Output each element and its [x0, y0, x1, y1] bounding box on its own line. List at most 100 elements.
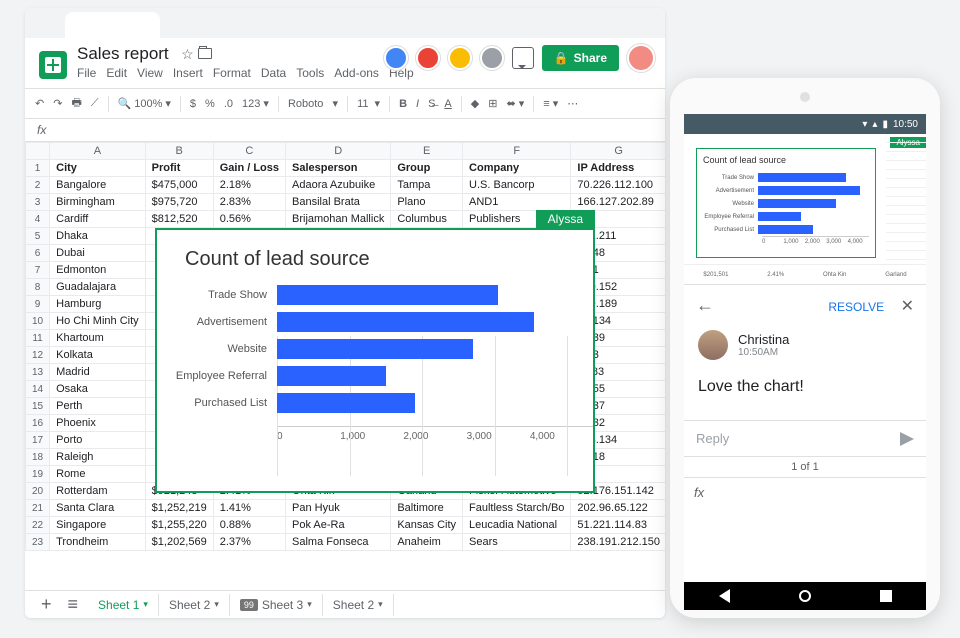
column-header[interactable]: Group — [391, 160, 463, 177]
folder-icon[interactable] — [198, 48, 212, 59]
cell[interactable]: Rome — [50, 466, 146, 483]
column-header[interactable]: Company — [463, 160, 571, 177]
cell[interactable]: Madrid — [50, 364, 146, 381]
cell[interactable]: 238.191.212.150 — [571, 534, 665, 551]
send-icon[interactable] — [900, 432, 914, 446]
bold-icon[interactable]: B — [399, 98, 407, 110]
collab-avatar[interactable] — [448, 46, 472, 70]
close-icon[interactable]: ✕ — [901, 298, 914, 315]
cell[interactable]: $812,520 — [145, 211, 213, 228]
strike-icon[interactable]: S̶ — [428, 98, 435, 110]
cell[interactable]: Khartoum — [50, 330, 146, 347]
currency-icon[interactable]: $ — [190, 98, 196, 110]
sheet-tab[interactable]: Sheet 1▾ — [88, 594, 159, 616]
cell[interactable]: Rotterdam — [50, 483, 146, 500]
borders-icon[interactable]: ⊞ — [488, 97, 497, 110]
cell[interactable]: U.S. Bancorp — [463, 177, 571, 194]
menu-file[interactable]: File — [77, 66, 96, 80]
star-icon[interactable]: ☆ — [181, 46, 194, 62]
sheets-logo[interactable] — [39, 51, 67, 79]
cell[interactable]: 0.88% — [213, 517, 285, 534]
cell[interactable]: 2.83% — [213, 194, 285, 211]
cell[interactable]: Dubai — [50, 245, 146, 262]
cell[interactable]: Pan Hyuk — [286, 500, 391, 517]
cell[interactable]: Porto — [50, 432, 146, 449]
cell[interactable]: 2.37% — [213, 534, 285, 551]
cell[interactable]: Salma Fonseca — [286, 534, 391, 551]
nav-recent-icon[interactable] — [880, 590, 892, 602]
menu-insert[interactable]: Insert — [173, 66, 203, 80]
cell[interactable]: Faultless Starch/Bo — [463, 500, 571, 517]
author-avatar[interactable] — [698, 330, 728, 360]
font-select[interactable]: Roboto ▾ — [288, 97, 338, 110]
cell[interactable]: Singapore — [50, 517, 146, 534]
cell[interactable]: Guadalajara — [50, 279, 146, 296]
doc-title[interactable]: Sales report — [77, 44, 169, 63]
textcolor-icon[interactable]: A — [444, 98, 451, 110]
cell[interactable]: Brijamohan Mallick — [286, 211, 391, 228]
undo-icon[interactable]: ↶ — [35, 97, 44, 110]
mini-spreadsheet[interactable]: Alyssa Count of lead source Trade ShowAd… — [684, 134, 926, 284]
more-icon[interactable]: ⋯ — [567, 97, 578, 110]
print-icon[interactable]: 🖶 — [71, 94, 81, 113]
menu-format[interactable]: Format — [213, 66, 251, 80]
reply-bar[interactable]: Reply — [684, 420, 926, 456]
cell[interactable]: Plano — [391, 194, 463, 211]
cell[interactable]: $1,202,569 — [145, 534, 213, 551]
cell[interactable]: Adaora Azubuike — [286, 177, 391, 194]
menu-add-ons[interactable]: Add-ons — [334, 66, 379, 80]
halign-icon[interactable]: ≡ ▾ — [543, 97, 558, 110]
add-sheet-button[interactable]: + — [35, 594, 58, 615]
chart-overlay[interactable]: Alyssa Count of lead source Trade ShowAd… — [155, 228, 595, 493]
cell[interactable]: 2.18% — [213, 177, 285, 194]
cell[interactable]: Trondheim — [50, 534, 146, 551]
menu-edit[interactable]: Edit — [106, 66, 127, 80]
cell[interactable]: Santa Clara — [50, 500, 146, 517]
column-header[interactable]: Gain / Loss — [213, 160, 285, 177]
cell[interactable]: 166.127.202.89 — [571, 194, 665, 211]
cell[interactable]: Tampa — [391, 177, 463, 194]
column-header[interactable]: IP Address — [571, 160, 665, 177]
cell[interactable]: 0.56% — [213, 211, 285, 228]
merge-icon[interactable]: ⬌ ▾ — [506, 97, 524, 110]
cell[interactable]: $975,720 — [145, 194, 213, 211]
cell[interactable]: 51.221.114.83 — [571, 517, 665, 534]
more-fmt-select[interactable]: 123 ▾ — [242, 97, 269, 110]
fill-icon[interactable]: ◆ — [471, 97, 479, 110]
cell[interactable]: Ho Chi Minh City — [50, 313, 146, 330]
dec-icon[interactable]: .0 — [224, 98, 233, 110]
cell[interactable]: Bansilal Brata — [286, 194, 391, 211]
share-button[interactable]: 🔒 Share — [542, 45, 619, 71]
collab-avatar[interactable] — [384, 46, 408, 70]
cell[interactable]: AND1 — [463, 194, 571, 211]
browser-tab[interactable] — [65, 12, 160, 38]
sheet-tab[interactable]: Sheet 2▾ — [323, 594, 394, 616]
cell[interactable]: 70.226.112.100 — [571, 177, 665, 194]
cell[interactable]: $475,000 — [145, 177, 213, 194]
font-size-select[interactable]: 11 ▾ — [357, 97, 380, 110]
cell[interactable]: Cardiff — [50, 211, 146, 228]
cell[interactable]: $1,255,220 — [145, 517, 213, 534]
cell[interactable]: 202.96.65.122 — [571, 500, 665, 517]
cell[interactable]: Kolkata — [50, 347, 146, 364]
cell[interactable]: Pok Ae-Ra — [286, 517, 391, 534]
cell[interactable]: Leucadia National — [463, 517, 571, 534]
cell[interactable]: Kansas City — [391, 517, 463, 534]
cell[interactable]: Edmonton — [50, 262, 146, 279]
cell[interactable]: 1.41% — [213, 500, 285, 517]
column-header[interactable]: City — [50, 160, 146, 177]
sheet-tab[interactable]: Sheet 2▾ — [159, 594, 230, 616]
resolve-button[interactable]: RESOLVE — [828, 300, 884, 314]
menu-data[interactable]: Data — [261, 66, 286, 80]
mini-formula-bar[interactable]: fx — [684, 477, 926, 507]
column-header[interactable]: Profit — [145, 160, 213, 177]
cell[interactable]: Sears — [463, 534, 571, 551]
nav-home-icon[interactable] — [799, 590, 811, 602]
zoom-select[interactable]: 🔍 100% ▾ — [118, 97, 171, 110]
all-sheets-button[interactable]: ≡ — [62, 594, 85, 615]
menu-tools[interactable]: Tools — [296, 66, 324, 80]
cell[interactable]: Hamburg — [50, 296, 146, 313]
sheet-tab[interactable]: 99Sheet 3▾ — [230, 594, 323, 616]
collab-avatar[interactable] — [480, 46, 504, 70]
cell[interactable]: Raleigh — [50, 449, 146, 466]
